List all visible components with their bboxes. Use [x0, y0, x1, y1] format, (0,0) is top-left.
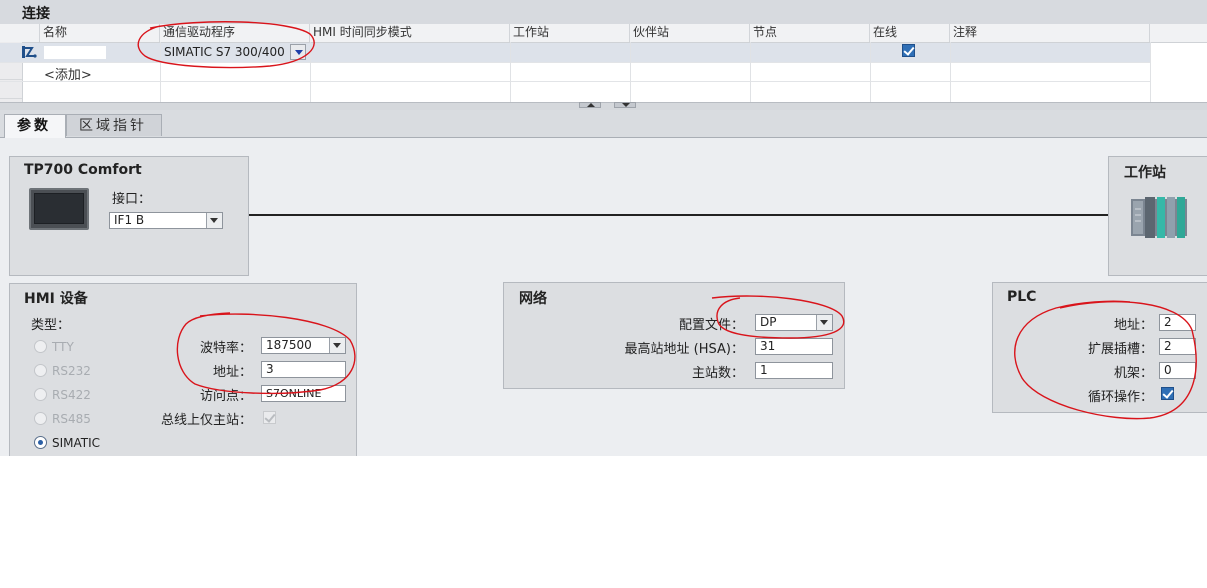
station-panel: 工作站: [1108, 156, 1207, 276]
hmi-address-input[interactable]: 3: [261, 361, 346, 378]
add-connection-link[interactable]: <添加>: [44, 64, 92, 83]
radio-tty[interactable]: [34, 340, 47, 353]
column-time-sync[interactable]: HMI 时间同步模式: [310, 24, 510, 42]
interface-value: IF1 B: [114, 213, 145, 227]
hmi-settings-panel: HMI 设备 类型： TTY RS232 RS422 RS485 SIMATIC…: [9, 283, 357, 456]
column-online[interactable]: 在线: [870, 24, 950, 42]
online-checkbox[interactable]: [902, 44, 915, 57]
hmi-address-label: 地址：: [212, 365, 252, 380]
radio-simatic[interactable]: [34, 436, 47, 449]
interface-label: 接口：: [112, 192, 152, 207]
baud-label: 波特率：: [199, 341, 252, 356]
baud-value: 187500: [266, 338, 312, 352]
plc-rack-label: 机架：: [1113, 366, 1153, 381]
collapse-up-button[interactable]: [579, 102, 601, 108]
radio-rs232-label: RS232: [52, 364, 91, 378]
connection-icon: [22, 46, 37, 58]
connection-name-cell[interactable]: [44, 46, 106, 59]
column-divider: [870, 42, 871, 102]
column-driver[interactable]: 通信驱动程序: [160, 24, 310, 42]
hmi-device-panel: TP700 Comfort 接口： IF1 B: [9, 156, 249, 276]
masters-input[interactable]: 1: [755, 362, 833, 379]
plc-rack-input[interactable]: 0: [1159, 362, 1196, 379]
radio-tty-label: TTY: [52, 340, 74, 354]
chevron-up-icon: [587, 103, 595, 107]
radio-rs422[interactable]: [34, 388, 47, 401]
column-comment[interactable]: 注释: [950, 24, 1150, 42]
tab-area-pointer[interactable]: 区域指针: [66, 114, 162, 136]
connections-table: 名称 通信驱动程序 HMI 时间同步模式 工作站 伙伴站 节点 在线 注释 SI…: [0, 24, 1207, 102]
table-header: 名称 通信驱动程序 HMI 时间同步模式 工作站 伙伴站 节点 在线 注释: [0, 24, 1207, 43]
plc-address-input[interactable]: 2: [1159, 314, 1196, 331]
plc-station-icon: [1131, 197, 1187, 238]
plc-slot-input[interactable]: 2: [1159, 338, 1196, 355]
column-divider: [160, 42, 161, 102]
hmi-panel-icon: [29, 188, 89, 230]
table-row: [0, 81, 1150, 101]
column-divider: [310, 42, 311, 102]
network-title: 网络: [519, 291, 547, 307]
station-title: 工作站: [1124, 165, 1166, 181]
dropdown-arrow-icon[interactable]: [816, 315, 832, 330]
hsa-label: 最高站地址 (HSA)：: [624, 342, 744, 357]
chevron-down-icon: [622, 103, 630, 107]
baud-select[interactable]: 187500: [261, 337, 346, 354]
connections-header: 连接: [0, 0, 1207, 25]
masters-label: 主站数：: [691, 366, 744, 381]
only-master-checkbox[interactable]: [263, 411, 276, 424]
network-panel: 网络 配置文件： DP 最高站地址 (HSA)： 31 主站数： 1: [503, 282, 845, 389]
radio-rs485[interactable]: [34, 412, 47, 425]
column-divider: [950, 42, 951, 102]
dropdown-arrow-icon[interactable]: [206, 213, 222, 228]
driver-dropdown-button[interactable]: [290, 44, 306, 60]
column-divider: [510, 42, 511, 102]
radio-rs232[interactable]: [34, 364, 47, 377]
access-point-label: 访问点：: [199, 389, 252, 404]
profile-select[interactable]: DP: [755, 314, 833, 331]
plc-title: PLC: [1007, 289, 1037, 305]
tab-bar: 参数 区域指针: [0, 110, 1207, 138]
connections-title: 连接: [22, 6, 50, 22]
radio-rs485-label: RS485: [52, 412, 91, 426]
column-node[interactable]: 节点: [750, 24, 870, 42]
plc-panel: PLC 地址： 2 扩展插槽： 2 机架： 0 循环操作：: [992, 282, 1207, 413]
column-name[interactable]: 名称: [40, 24, 160, 42]
column-divider: [1150, 42, 1151, 102]
access-point-input[interactable]: S7ONLINE: [261, 385, 346, 402]
profile-value: DP: [760, 315, 777, 329]
header-spacer: [0, 24, 40, 42]
column-partner[interactable]: 伙伴站: [630, 24, 750, 42]
device-title: TP700 Comfort: [24, 162, 142, 178]
driver-value[interactable]: SIMATIC S7 300/400: [164, 45, 285, 59]
hmi-title: HMI 设备: [24, 291, 88, 307]
type-label: 类型：: [31, 318, 71, 333]
cyclic-checkbox[interactable]: [1161, 387, 1174, 400]
dropdown-arrow-icon[interactable]: [329, 338, 345, 353]
column-station[interactable]: 工作站: [510, 24, 630, 42]
interface-select[interactable]: IF1 B: [109, 212, 223, 229]
plc-slot-label: 扩展插槽：: [1087, 342, 1153, 357]
cyclic-label: 循环操作：: [1087, 390, 1153, 405]
plc-address-label: 地址：: [1113, 318, 1153, 333]
radio-rs422-label: RS422: [52, 388, 91, 402]
profile-label: 配置文件：: [678, 318, 744, 333]
collapse-down-button[interactable]: [614, 102, 636, 108]
radio-simatic-label: SIMATIC: [52, 436, 101, 450]
tab-parameters[interactable]: 参数: [4, 114, 66, 138]
column-divider: [750, 42, 751, 102]
app-window: 连接 名称 通信驱动程序 HMI 时间同步模式 工作站 伙伴站 节点 在线 注释: [0, 0, 1207, 456]
column-divider: [630, 42, 631, 102]
table-row[interactable]: [0, 62, 1150, 82]
hsa-input[interactable]: 31: [755, 338, 833, 355]
network-connection-line: [249, 214, 1109, 216]
only-master-label: 总线上仅主站：: [160, 413, 252, 428]
